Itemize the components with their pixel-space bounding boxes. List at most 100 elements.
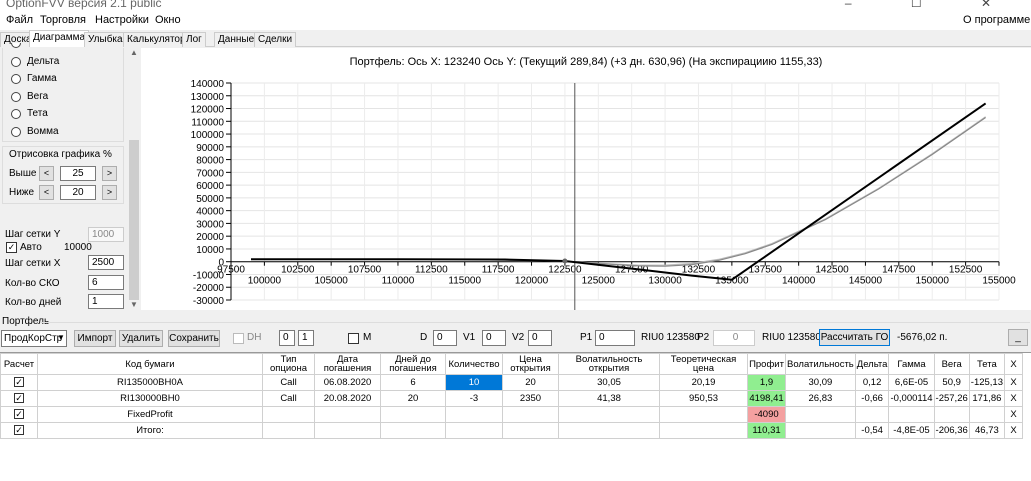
remove-row-button[interactable]: X — [1004, 390, 1024, 407]
col-days[interactable]: Дней до погашения — [380, 353, 446, 375]
radio-delta[interactable] — [11, 57, 21, 67]
dh-checkbox[interactable] — [233, 333, 244, 344]
calc-margin-button[interactable]: Рассчитать ГО — [819, 329, 890, 346]
table-cell: 20 — [380, 390, 446, 407]
x-tick-label: 155000 — [982, 276, 1016, 287]
minimize-panel-button[interactable]: _ — [1008, 329, 1028, 346]
table-row[interactable]: ✓ FixedProfit -4090 X — [0, 406, 1024, 423]
table-row[interactable]: ✓ Итого: 110,31 -0,54 -4,8E-05 -206,36 46,73 X — [0, 422, 1024, 439]
col-expiry[interactable]: Дата погашения — [314, 353, 381, 375]
scroll-up-icon[interactable]: ▲ — [130, 48, 138, 57]
tab-smile[interactable]: Улыбка — [84, 32, 127, 47]
radio-gamma[interactable] — [11, 74, 21, 84]
m-checkbox[interactable] — [348, 333, 359, 344]
menu-window[interactable]: Окно — [155, 14, 181, 26]
delete-button[interactable]: Удалить — [119, 330, 163, 347]
import-button[interactable]: Импорт — [74, 330, 116, 347]
menu-trade[interactable]: Торговля — [40, 14, 86, 26]
table-cell[interactable] — [445, 422, 503, 439]
table-cell — [785, 406, 856, 423]
days-label: Кол-во дней — [5, 297, 62, 308]
margin-value: -5676,02 п. — [897, 332, 948, 343]
dh-spin-1[interactable]: 0 — [279, 330, 295, 346]
below-value[interactable]: 20 — [60, 185, 96, 200]
col-qty[interactable]: Количество — [445, 353, 503, 375]
table-row[interactable]: ✓ RI130000BH0 Call 20.08.2020 20 -3 2350 41,38 9… — [0, 390, 1024, 407]
col-theta[interactable]: Тета — [968, 353, 1006, 375]
v2-input[interactable]: 0 — [528, 330, 552, 346]
tab-log[interactable]: Лог — [182, 32, 206, 47]
grid-step-x-input[interactable]: 2500 — [88, 255, 124, 270]
radio-vomma[interactable] — [11, 127, 21, 137]
days-input[interactable]: 1 — [88, 294, 124, 309]
table-cell: 110,31 — [747, 422, 786, 439]
v1-input[interactable]: 0 — [482, 330, 506, 346]
x-tick-label: 142500 — [815, 265, 849, 276]
col-type[interactable]: Тип опциона — [262, 353, 315, 375]
auto-checkbox[interactable]: ✓ — [6, 242, 17, 253]
tab-calculator[interactable]: Калькулятор — [123, 32, 190, 47]
col-gamma[interactable]: Гамма — [888, 353, 935, 375]
radio-premium[interactable] — [11, 43, 21, 48]
table-cell[interactable] — [445, 406, 503, 423]
above-decrease-button[interactable]: < — [39, 166, 54, 181]
d-input[interactable]: 0 — [433, 330, 457, 346]
col-calc[interactable]: Расчет — [0, 353, 38, 375]
tab-deals[interactable]: Сделки — [254, 32, 297, 47]
above-value[interactable]: 25 — [60, 166, 96, 181]
table-cell[interactable]: 10 — [445, 374, 503, 391]
col-vega[interactable]: Вега — [933, 353, 970, 375]
y-tick-label: 80000 — [196, 156, 224, 167]
calc-checkbox[interactable]: ✓ — [0, 390, 38, 407]
col-open-vol[interactable]: Волатильность открытия — [558, 353, 660, 375]
menu-file[interactable]: Файл — [6, 14, 33, 26]
tab-diagram[interactable]: Диаграмма — [29, 30, 90, 47]
remove-row-button[interactable]: X — [1004, 406, 1024, 423]
p1-input[interactable]: 0 — [595, 330, 635, 346]
save-button[interactable]: Сохранить — [168, 330, 220, 347]
col-theo-price[interactable]: Теоретическая цена — [659, 353, 748, 375]
check-icon[interactable]: ✓ — [14, 425, 24, 435]
above-increase-button[interactable]: > — [102, 166, 117, 181]
y-tick-label: -20000 — [193, 283, 225, 294]
calc-checkbox[interactable]: ✓ — [0, 406, 38, 423]
y-tick-label: 70000 — [196, 168, 224, 179]
sko-label: Кол-во СКО — [5, 278, 60, 289]
radio-theta-label: Тета — [27, 108, 48, 119]
positions-table: Расчет Код бумаги Тип опциона Дата погаш… — [0, 352, 1031, 481]
table-cell: -4,8E-05 — [888, 422, 935, 439]
below-decrease-button[interactable]: < — [39, 185, 54, 200]
table-cell[interactable]: -3 — [445, 390, 503, 407]
dh-spin-2[interactable]: 1 — [298, 330, 314, 346]
remove-row-button[interactable]: X — [1004, 374, 1024, 391]
sko-input[interactable]: 6 — [88, 275, 124, 290]
check-icon[interactable]: ✓ — [14, 409, 24, 419]
window-controls[interactable]: – ☐ ✕ — [845, 0, 1019, 10]
table-cell — [262, 406, 315, 423]
col-open-price[interactable]: Цена открытия — [502, 353, 559, 375]
col-profit[interactable]: Профит — [747, 353, 786, 375]
scroll-down-icon[interactable]: ▼ — [130, 300, 138, 309]
left-panel-scroll-thumb[interactable] — [129, 140, 139, 300]
radio-vega[interactable] — [11, 92, 21, 102]
remove-row-button[interactable]: X — [1004, 422, 1024, 439]
menu-about[interactable]: О программе — [963, 14, 1030, 26]
tab-data[interactable]: Данные — [214, 32, 259, 47]
col-code[interactable]: Код бумаги — [37, 353, 263, 375]
col-remove[interactable]: X — [1004, 353, 1024, 375]
calc-checkbox[interactable]: ✓ — [0, 374, 38, 391]
below-increase-button[interactable]: > — [102, 185, 117, 200]
chevron-down-icon[interactable]: ▼ — [57, 333, 65, 342]
col-vol[interactable]: Волатильность — [785, 353, 856, 375]
x-tick-label: 130000 — [648, 276, 682, 287]
y-tick-label: -30000 — [193, 296, 225, 307]
calc-checkbox[interactable]: ✓ — [0, 422, 38, 439]
y-tick-label: 10000 — [196, 245, 224, 256]
col-delta[interactable]: Дельта — [854, 353, 890, 375]
table-row[interactable]: ✓ RI135000BH0A Call 06.08.2020 6 10 20 30,05 20,… — [0, 374, 1024, 391]
check-icon[interactable]: ✓ — [14, 377, 24, 387]
radio-theta[interactable] — [11, 109, 21, 119]
check-icon[interactable]: ✓ — [14, 393, 24, 403]
cursor-point — [562, 258, 568, 264]
menu-settings[interactable]: Настройки — [95, 14, 149, 26]
